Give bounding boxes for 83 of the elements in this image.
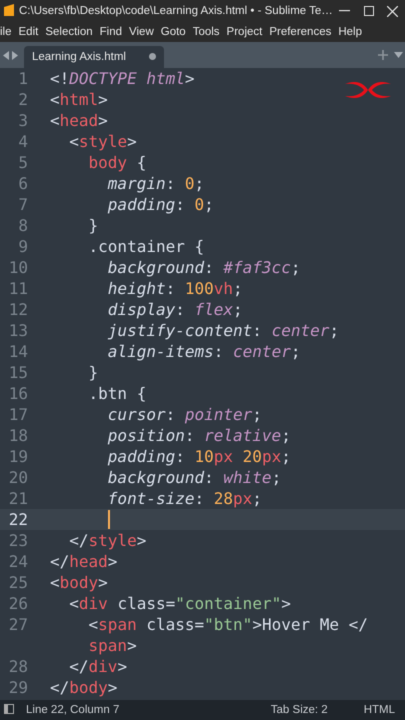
code-line: </div> (68, 656, 128, 677)
line-number: 16 (8, 383, 28, 404)
line-number: 18 (8, 425, 28, 446)
line-number: 28 (8, 656, 28, 677)
line-number: 5 (17, 152, 28, 173)
code-line: background: white; (106, 467, 282, 488)
line-number: 3 (17, 110, 28, 131)
tab-size[interactable]: Tab Size: 2 (270, 704, 328, 716)
code-line: font-size: 28px; (106, 488, 262, 509)
minimize-icon[interactable] (339, 10, 350, 12)
menu-item[interactable]: Find (100, 26, 122, 38)
line-number: 26 (8, 593, 28, 614)
file-tab[interactable]: Learning Axis.html (24, 46, 164, 68)
code-line: </head> (50, 551, 118, 572)
menu-item[interactable]: Preferences (269, 26, 332, 38)
code-line: <style> (68, 131, 137, 152)
line-number: 21 (8, 488, 28, 509)
line-number: 29 (8, 677, 28, 698)
line-number: 2 (17, 89, 28, 110)
plus-icon[interactable] (378, 50, 388, 60)
line-number: 15 (8, 362, 28, 383)
right-arrow-icon[interactable] (12, 50, 18, 60)
line-number: 13 (8, 320, 28, 341)
menu-item[interactable]: Selection (45, 26, 93, 38)
line-number: 20 (8, 467, 28, 488)
line-number: 10 (8, 257, 28, 278)
close-icon[interactable] (387, 6, 398, 16)
code-line: .container { (88, 236, 204, 257)
panel-icon[interactable] (4, 704, 14, 714)
syntax-mode[interactable]: HTML (364, 704, 395, 716)
window-title: C:\Users\fb\Desktop\code\Learning Axis.html • - Sublime Te… (19, 5, 333, 17)
text-cursor (108, 510, 110, 529)
code-line: display: flex; (106, 299, 243, 320)
code-line: } (88, 215, 98, 236)
line-number: 23 (8, 530, 28, 551)
code-line: } (88, 362, 98, 383)
menu-item[interactable]: Goto (160, 26, 186, 38)
left-arrow-icon[interactable] (3, 50, 9, 60)
cursor-position: Line 22, Column 7 (26, 704, 120, 716)
code-line: <body> (50, 572, 108, 593)
code-line: <html> (50, 89, 108, 110)
menu-item[interactable]: Help (338, 26, 362, 38)
code-line: position: relative; (106, 425, 291, 446)
menu-item[interactable]: Project (226, 26, 262, 38)
code-line: <div class="container"> (68, 593, 291, 614)
menu-item[interactable]: Edit (18, 26, 38, 38)
code-line: </body> (50, 677, 118, 698)
code-line: <head> (50, 110, 108, 131)
line-number: 8 (17, 215, 28, 236)
dropdown-icon[interactable] (394, 52, 403, 58)
code-line: <span class="btn">Hover Me </ (88, 614, 368, 635)
line-number: 4 (17, 131, 28, 152)
line-number: 17 (8, 404, 28, 425)
code-line: align-items: center; (106, 341, 300, 362)
line-number: 12 (8, 299, 28, 320)
code-line: height: 100vh; (106, 278, 243, 299)
code-line: .btn { (88, 383, 146, 404)
code-line: justify-content: center; (106, 320, 339, 341)
line-number: 22 (8, 509, 28, 530)
code-line: background: #faf3cc; (106, 257, 300, 278)
code-line: cursor: pointer; (106, 404, 262, 425)
code-line: span> (88, 635, 137, 656)
line-number: 9 (17, 236, 28, 257)
maximize-icon[interactable] (364, 6, 374, 16)
menu-item[interactable]: Tools (192, 26, 220, 38)
code-line: </style> (68, 530, 146, 551)
line-number: 7 (17, 194, 28, 215)
line-number: 24 (8, 551, 28, 572)
code-line: body { (88, 152, 146, 173)
line-number: 19 (8, 446, 28, 467)
line-number: 14 (8, 341, 28, 362)
app-logo-icon (3, 2, 15, 16)
line-number: 25 (8, 572, 28, 593)
line-number: 1 (17, 68, 28, 89)
line-number: 27 (8, 614, 28, 635)
line-number: 11 (8, 278, 28, 299)
code-line: padding: 10px 20px; (106, 446, 291, 467)
code-line: <!DOCTYPE html> (50, 68, 194, 89)
menu-item[interactable]: View (129, 26, 154, 38)
code-line: padding: 0; (106, 194, 214, 215)
line-number: 6 (17, 173, 28, 194)
menu-item[interactable]: ile (0, 26, 12, 38)
code-line: margin: 0; (106, 173, 204, 194)
